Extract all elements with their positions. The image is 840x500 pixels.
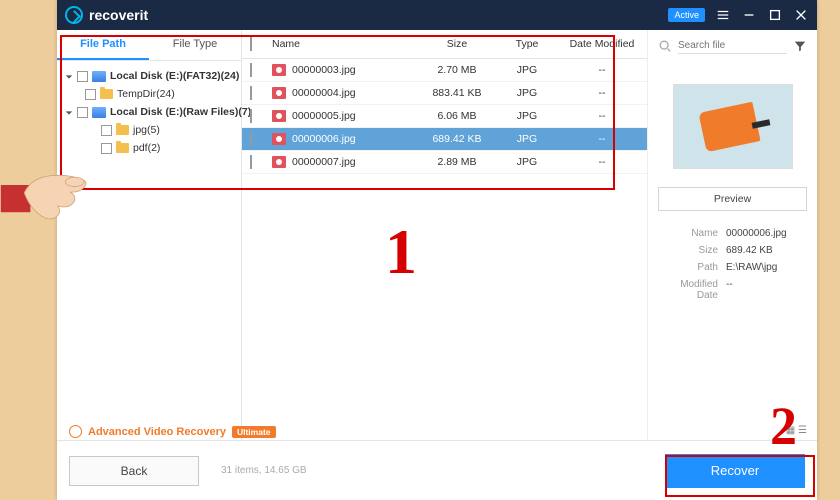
image-file-icon — [272, 64, 286, 76]
folder-icon — [116, 125, 129, 135]
active-badge: Active — [668, 8, 705, 22]
file-list-header: Name Size Type Date Modified — [242, 30, 647, 59]
file-type: JPG — [497, 110, 557, 122]
folder-icon — [116, 143, 129, 153]
tree-row[interactable]: pdf(2) — [61, 139, 237, 157]
tree-label: TempDir(24) — [117, 88, 175, 100]
search-input[interactable] — [678, 40, 787, 51]
filter-icon[interactable] — [793, 39, 807, 53]
brand-name: recoverit — [89, 7, 148, 23]
ultimate-badge: Ultimate — [232, 426, 276, 438]
view-mode-icons[interactable]: ▦ ☰ — [786, 425, 807, 436]
col-type[interactable]: Type — [497, 38, 557, 50]
file-row[interactable]: 00000003.jpg 2.70 MBJPG-- — [242, 59, 647, 82]
tab-file-path[interactable]: File Path — [57, 30, 149, 60]
tree-checkbox[interactable] — [77, 107, 88, 118]
preview-button[interactable]: Preview — [658, 187, 807, 211]
brand: recoverit — [65, 6, 148, 24]
status-text: 31 items, 14.65 GB — [221, 465, 307, 476]
maximize-icon[interactable] — [767, 7, 783, 23]
preview-panel: Preview Name 00000006.jpg Size 689.42 KB P… — [647, 30, 817, 440]
file-type: JPG — [497, 64, 557, 76]
image-file-icon — [272, 110, 286, 122]
tree-label: Local Disk (E:)(Raw Files)(7) — [110, 106, 251, 118]
sidebar: File Path File Type Local Disk (E:)(FAT3… — [57, 30, 242, 440]
file-row[interactable]: 00000005.jpg 6.06 MBJPG-- — [242, 105, 647, 128]
file-row[interactable]: 00000004.jpg 883.41 KBJPG-- — [242, 82, 647, 105]
row-checkbox[interactable] — [250, 132, 252, 146]
row-checkbox[interactable] — [250, 155, 252, 169]
file-size: 6.06 MB — [417, 110, 497, 122]
tree-checkbox[interactable] — [101, 125, 112, 136]
tree-label: pdf(2) — [133, 142, 160, 154]
tree-checkbox[interactable] — [77, 71, 88, 82]
file-type: JPG — [497, 133, 557, 145]
search-icon — [658, 39, 672, 53]
meta-mod-key: Modified Date — [658, 279, 718, 301]
file-type: JPG — [497, 156, 557, 168]
tree-row[interactable]: jpg(5) — [61, 121, 237, 139]
chevron-down-icon[interactable] — [65, 72, 73, 80]
disk-icon — [92, 71, 106, 82]
meta-size-val: 689.42 KB — [726, 245, 773, 256]
meta-name-key: Name — [658, 228, 718, 239]
file-date: -- — [557, 156, 647, 168]
row-checkbox[interactable] — [250, 109, 252, 123]
file-type: JPG — [497, 87, 557, 99]
meta-mod-val: -- — [726, 279, 733, 301]
back-button[interactable]: Back — [69, 456, 199, 486]
meta-path-key: Path — [658, 262, 718, 273]
file-date: -- — [557, 87, 647, 99]
tree-label: Local Disk (E:)(FAT32)(24) — [110, 70, 239, 82]
footer: Advanced Video Recovery Ultimate ▦ ☰ Bac… — [57, 440, 817, 500]
file-name: 00000005.jpg — [292, 110, 356, 122]
file-size: 883.41 KB — [417, 87, 497, 99]
file-size: 2.70 MB — [417, 64, 497, 76]
tree-row[interactable]: Local Disk (E:)(Raw Files)(7) — [61, 103, 237, 121]
close-icon[interactable] — [793, 7, 809, 23]
file-row[interactable]: 00000007.jpg 2.89 MBJPG-- — [242, 151, 647, 174]
titlebar: recoverit Active — [57, 0, 817, 30]
file-date: -- — [557, 110, 647, 122]
tree-row[interactable]: TempDir(24) — [61, 85, 237, 103]
tree-checkbox[interactable] — [85, 89, 96, 100]
file-name: 00000003.jpg — [292, 64, 356, 76]
folder-icon — [100, 89, 113, 99]
brand-logo-icon — [65, 6, 83, 24]
advanced-video-recovery[interactable]: Advanced Video Recovery Ultimate — [69, 425, 276, 438]
tree-checkbox[interactable] — [101, 143, 112, 154]
tab-file-type[interactable]: File Type — [149, 30, 241, 60]
preview-thumbnail — [673, 84, 793, 169]
image-file-icon — [272, 156, 286, 168]
row-checkbox[interactable] — [250, 63, 252, 77]
tree-label: jpg(5) — [133, 124, 160, 136]
app-window: recoverit Active File Path File Type Loc… — [57, 0, 817, 500]
file-list: Name Size Type Date Modified 00000003.jp… — [242, 30, 647, 440]
image-file-icon — [272, 87, 286, 99]
col-name[interactable]: Name — [272, 38, 417, 50]
file-name: 00000006.jpg — [292, 133, 356, 145]
meta-path-val: E:\RAW\jpg — [726, 262, 777, 273]
menu-icon[interactable] — [715, 7, 731, 23]
disk-icon — [92, 107, 106, 118]
chevron-down-icon[interactable] — [65, 108, 73, 116]
file-name: 00000007.jpg — [292, 156, 356, 168]
file-size: 2.89 MB — [417, 156, 497, 168]
file-date: -- — [557, 133, 647, 145]
image-file-icon — [272, 133, 286, 145]
select-all-checkbox[interactable] — [250, 37, 252, 51]
file-row[interactable]: 00000006.jpg 689.42 KBJPG-- — [242, 128, 647, 151]
col-date[interactable]: Date Modified — [557, 38, 647, 50]
recover-button[interactable]: Recover — [665, 454, 805, 488]
tree-row[interactable]: Local Disk (E:)(FAT32)(24) — [61, 67, 237, 85]
refresh-icon — [69, 425, 82, 438]
row-checkbox[interactable] — [250, 86, 252, 100]
file-date: -- — [557, 64, 647, 76]
file-name: 00000004.jpg — [292, 87, 356, 99]
file-size: 689.42 KB — [417, 133, 497, 145]
minimize-icon[interactable] — [741, 7, 757, 23]
meta-name-val: 00000006.jpg — [726, 228, 787, 239]
col-size[interactable]: Size — [417, 38, 497, 50]
meta-size-key: Size — [658, 245, 718, 256]
